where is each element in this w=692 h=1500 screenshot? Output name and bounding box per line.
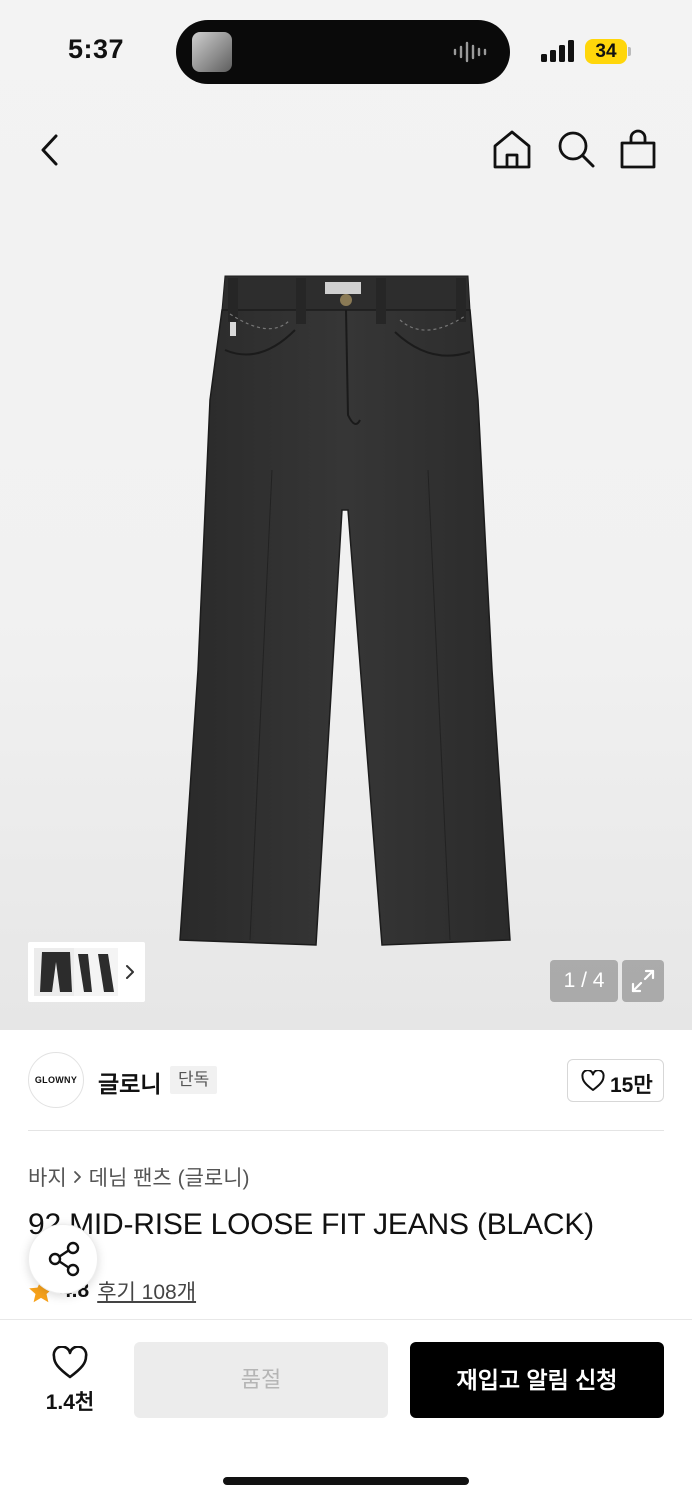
breadcrumb: 바지 데님 팬츠 (글로니)	[28, 1162, 250, 1192]
thumbnail-image[interactable]	[74, 948, 118, 996]
search-icon	[558, 131, 595, 168]
brand-like-count: 15만	[610, 1074, 653, 1097]
review-link[interactable]: 후기 108개	[97, 1276, 196, 1306]
breadcrumb-item[interactable]: 바지	[28, 1162, 67, 1192]
battery-tip	[628, 47, 631, 56]
exclusive-badge: 단독	[170, 1066, 218, 1094]
expand-icon	[631, 969, 655, 993]
audio-wave-icon	[453, 41, 487, 63]
dynamic-island	[176, 20, 510, 84]
wishlist-button[interactable]: 1.4천	[30, 1342, 110, 1418]
restock-alert-button[interactable]: 재입고 알림 신청	[410, 1342, 664, 1418]
brand-name[interactable]: 글로니	[98, 1065, 161, 1099]
product-image-jeans[interactable]	[170, 270, 520, 950]
brand-logo[interactable]: GLOWNY	[28, 1052, 84, 1108]
shopping-bag-icon	[620, 129, 656, 169]
home-button[interactable]	[490, 126, 534, 172]
expand-image-button[interactable]	[622, 960, 664, 1002]
chevron-right-icon	[73, 1171, 81, 1183]
chevron-right-icon	[126, 965, 134, 979]
breadcrumb-item[interactable]: 데님 팬츠 (글로니)	[89, 1162, 250, 1192]
share-icon	[48, 1241, 80, 1277]
image-pager: 1 / 4	[550, 960, 618, 1002]
chevron-left-icon	[41, 134, 58, 166]
thumbnail-strip[interactable]	[28, 942, 145, 1002]
divider	[28, 1130, 664, 1131]
search-button[interactable]	[554, 126, 598, 172]
thumbnail-image[interactable]	[34, 948, 78, 996]
cellular-signal-icon	[541, 40, 574, 62]
now-playing-artwork	[192, 32, 232, 72]
status-time: 5:37	[68, 34, 125, 64]
product-title: 92 MID-RISE LOOSE FIT JEANS (BLACK)	[28, 1208, 594, 1241]
cart-button[interactable]	[616, 126, 660, 172]
wishlist-count: 1.4천	[45, 1391, 95, 1414]
home-icon	[493, 130, 531, 169]
battery-indicator: 34	[585, 39, 627, 64]
back-button[interactable]	[30, 128, 70, 172]
heart-icon	[52, 1346, 88, 1379]
soldout-button: 품절	[134, 1342, 388, 1418]
heart-icon	[581, 1070, 605, 1091]
brand-like-button[interactable]: 15만	[567, 1059, 664, 1102]
home-indicator[interactable]	[223, 1477, 469, 1485]
share-button[interactable]	[28, 1224, 98, 1294]
